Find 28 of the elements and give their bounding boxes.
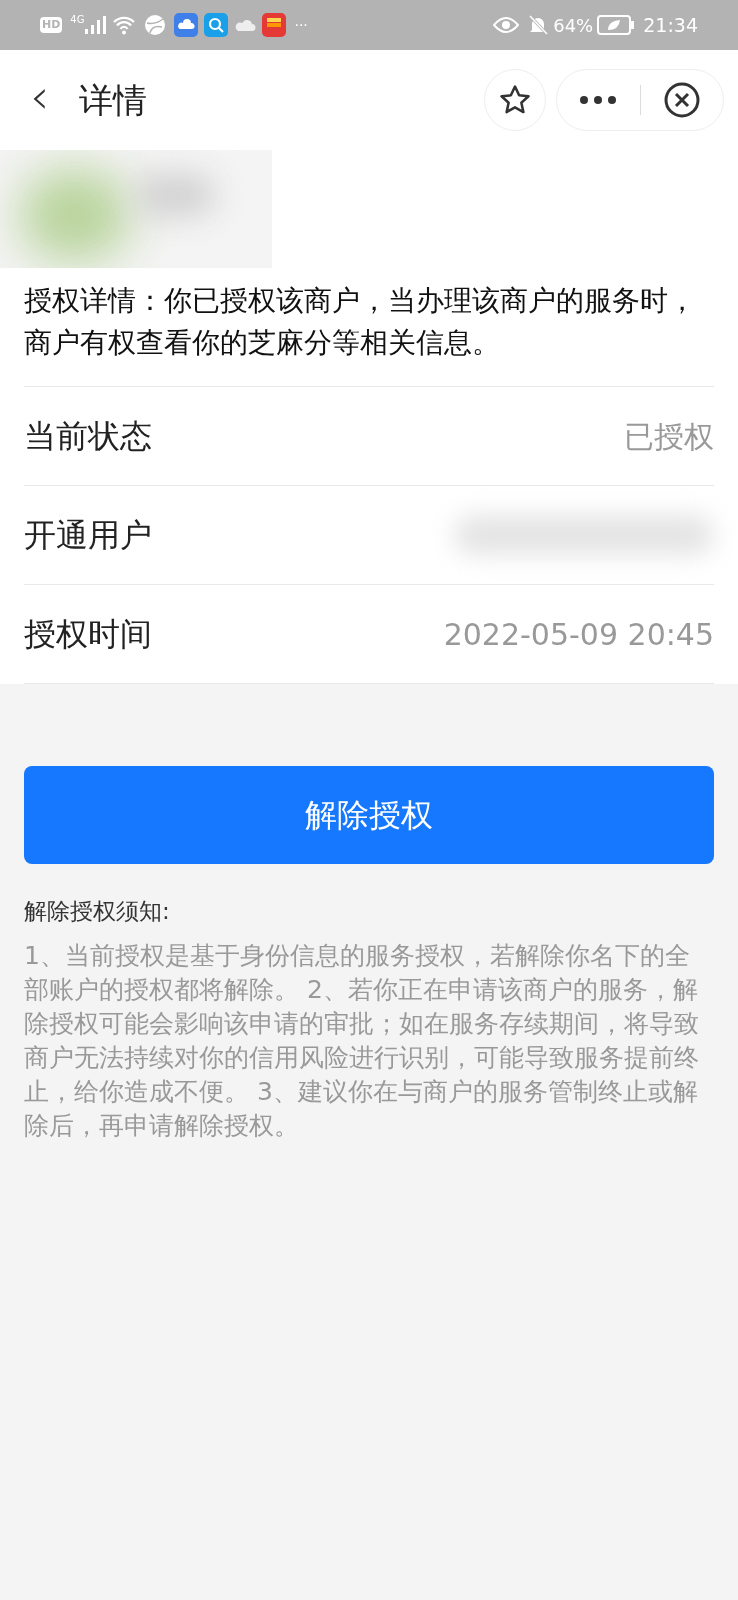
row-value: 已授权 (624, 417, 714, 456)
battery-percent: 64% (553, 13, 594, 38)
signal-icon (84, 15, 107, 35)
row-label: 授权时间 (24, 614, 152, 655)
row-label: 当前状态 (24, 416, 152, 457)
more-notifications: ··· (294, 15, 308, 35)
network-label: 4G (70, 13, 85, 27)
search-app-icon (204, 13, 229, 37)
cloud-icon (234, 17, 257, 33)
notice-text: 1、当前授权是基于身份信息的服务授权，若解除你名下的全部账户的授权都将解除。 2、若你正在申请该商户的服务，解除授权可能会影响该申请的审批；如在服务存续期间，将导致商户无法持续对你的信用风险进行识别，可能导致服务提前终止，给你造成不便。 3、建议你在与商户的服务管制终止或解除后，再申请解除授权。 (24, 939, 700, 1142)
battery-icon (597, 15, 636, 35)
more-icon (579, 95, 618, 105)
row-label: 开通用户 (24, 515, 152, 556)
close-icon (662, 81, 701, 119)
muted-bell-icon (527, 14, 550, 36)
page-title: 详情 (79, 78, 148, 122)
authorization-description: 授权详情：你已授权该商户，当办理该商户的服务时，商户有权查看你的芝麻分等相关信息。 (24, 283, 697, 361)
revoke-button[interactable]: 解除授权 (24, 766, 714, 864)
wifi-icon (112, 15, 137, 35)
globe-icon (144, 14, 167, 36)
cloud-app-icon (174, 13, 199, 37)
app-icon (262, 13, 287, 37)
back-button[interactable]: ‹ (30, 72, 50, 120)
notice-title: 解除授权须知: (24, 897, 171, 926)
hd-badge: HD (40, 16, 63, 34)
row-value: 2022-05-09 20:45 (443, 615, 714, 654)
clock-time: 21:34 (643, 12, 698, 38)
eye-icon (493, 16, 520, 34)
